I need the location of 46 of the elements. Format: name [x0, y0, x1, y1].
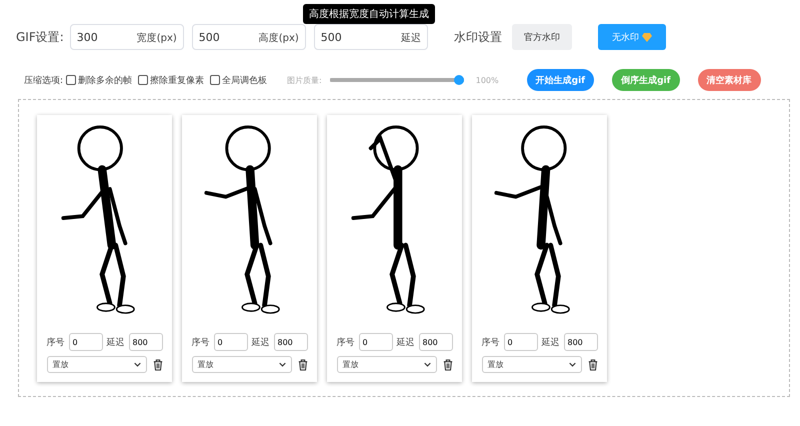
tooltip: 高度根据宽度自动计算生成 — [303, 4, 435, 24]
checkbox-label: 删除多余的帧 — [78, 74, 132, 86]
field-suffix: 延迟 — [400, 32, 421, 45]
index-label: 序号 — [46, 336, 64, 348]
diamond-icon — [642, 32, 652, 42]
delay-label: 延迟 — [396, 336, 414, 348]
compression-label: 压缩选项: — [24, 74, 64, 86]
mode-dropdown[interactable]: 置放 — [192, 356, 292, 373]
checkbox[interactable] — [138, 75, 148, 85]
checkbox-label: 擦除重复像素 — [150, 74, 204, 86]
trash-icon[interactable] — [588, 358, 598, 370]
trash-icon[interactable] — [442, 358, 452, 370]
delay-label: 延迟 — [106, 336, 124, 348]
checkbox[interactable] — [66, 75, 76, 85]
checkbox-label: 全局调色板 — [222, 74, 268, 86]
trash-icon[interactable] — [152, 358, 162, 370]
watermark-option-button[interactable]: 官方水印 — [512, 24, 572, 50]
index-field[interactable]: 0 — [504, 333, 538, 351]
field-suffix: 高度(px) — [258, 32, 299, 45]
caret-icon — [134, 362, 140, 367]
checkbox[interactable] — [210, 75, 220, 85]
quality-label: 图片质量: — [287, 74, 322, 86]
field-suffix: 宽度(px) — [136, 32, 177, 45]
delay-field[interactable]: 800 — [274, 333, 308, 351]
watermark-label: 水印设置 — [454, 28, 502, 46]
index-field[interactable]: 0 — [358, 333, 392, 351]
delay-label: 延迟 — [252, 336, 270, 348]
index-label: 序号 — [192, 336, 210, 348]
delay-field[interactable]: 800 — [564, 333, 598, 351]
delay-field[interactable]: 800 — [418, 333, 452, 351]
trash-icon[interactable] — [298, 358, 308, 370]
gif-settings-label: GIF设置: — [16, 28, 64, 46]
caret-icon — [568, 362, 576, 367]
quality-reading: 100% — [476, 76, 499, 84]
mode-dropdown[interactable]: 置放 — [336, 356, 436, 373]
caret-icon — [424, 362, 430, 367]
index-label: 序号 — [482, 336, 500, 348]
quality-slider[interactable] — [330, 75, 464, 85]
index-field[interactable]: 0 — [214, 333, 248, 351]
mode-dropdown[interactable]: 置放 — [46, 356, 146, 373]
delay-label: 延迟 — [542, 336, 560, 348]
index-label: 序号 — [336, 336, 354, 348]
index-field[interactable]: 0 — [68, 333, 102, 351]
delay-field[interactable]: 800 — [128, 333, 162, 351]
caret-icon — [278, 362, 286, 367]
mode-dropdown[interactable]: 置放 — [482, 356, 582, 373]
